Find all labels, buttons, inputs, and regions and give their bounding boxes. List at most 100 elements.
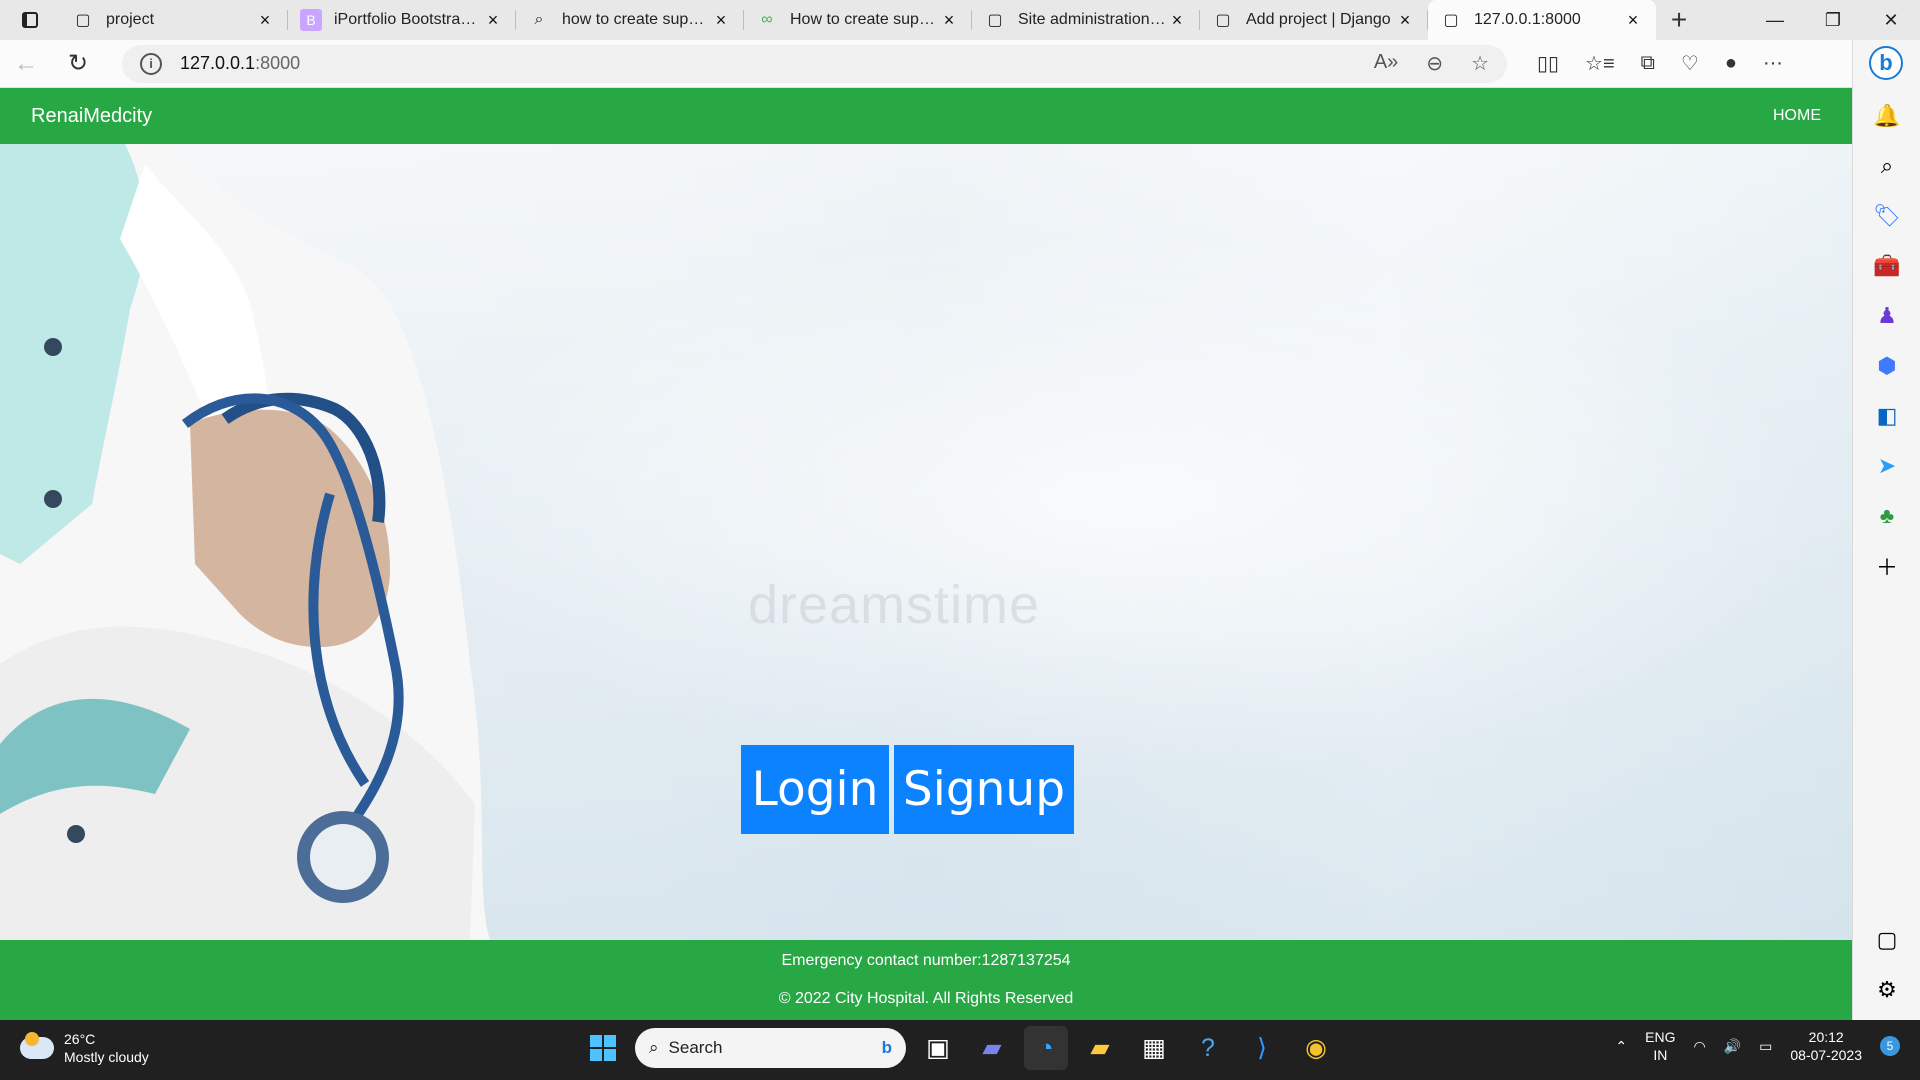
browser-tab-superuser-guide[interactable]: ∞ How to create superu × (744, 0, 972, 40)
home-link[interactable]: HOME (1773, 107, 1821, 125)
url-field[interactable]: i 127.0.0.1:8000 A» ⊖ ☆ (122, 44, 1507, 83)
close-icon[interactable]: × (938, 9, 960, 31)
browser-tab-localhost[interactable]: ▢ 127.0.0.1:8000 × (1428, 0, 1656, 40)
browser-sidebar: b 🔔 ⌕ 🏷 🧰 ♟ ⬢ ◧ ➤ ♣ ＋ ▢ ⚙ (1852, 40, 1920, 1020)
battery-icon[interactable]: ▭ (1759, 1038, 1772, 1055)
info-icon[interactable]: i (140, 52, 162, 75)
favorite-star-icon[interactable]: ☆ (1471, 51, 1489, 76)
web-page: RenaiMedcity HOME dreamstime Login Signu… (0, 88, 1852, 1020)
send-icon[interactable]: ➤ (1873, 452, 1901, 480)
browser-tab-bar: ▢ project × B iPortfolio Bootstrap Te × … (0, 0, 1920, 40)
clock[interactable]: 20:12 08-07-2023 (1790, 1028, 1862, 1064)
browser-tab-superuser-search[interactable]: ⌕ how to create superus × (516, 0, 744, 40)
copyright-text: © 2022 City Hospital. All Rights Reserve… (778, 990, 1074, 1007)
tab-title: 127.0.0.1:8000 (1474, 11, 1581, 28)
browser-tools: ▯▯ ☆≡ ⧉ ♡ ● ··· (1537, 51, 1783, 76)
weather-widget[interactable]: 26°C Mostly cloudy (20, 1030, 149, 1066)
profile-icon[interactable]: ● (1725, 52, 1737, 75)
close-icon[interactable]: × (254, 9, 276, 31)
taskbar-search[interactable]: ⌕ Search b (635, 1028, 906, 1068)
tab-title: project (106, 11, 155, 28)
show-hidden-icons[interactable]: ⌃ (1615, 1038, 1627, 1055)
tab-title: Add project | Django (1246, 11, 1391, 28)
cloud-sun-icon (20, 1032, 54, 1059)
url-actions: A» ⊖ ☆ (1374, 51, 1489, 76)
close-icon[interactable]: × (1622, 9, 1644, 31)
auth-buttons: Login Signup (741, 745, 1074, 834)
file-explorer-icon[interactable]: ▰ (1078, 1026, 1122, 1070)
browser-tab-site-admin[interactable]: ▢ Site administration | D × (972, 0, 1200, 40)
tools-icon[interactable]: 🧰 (1873, 252, 1901, 280)
read-aloud-icon[interactable]: A» (1374, 51, 1398, 76)
new-tab-button[interactable]: + (1656, 0, 1702, 40)
language-top: ENG (1645, 1029, 1676, 1045)
language-indicator[interactable]: ENG IN (1645, 1028, 1675, 1064)
microsoft365-icon[interactable]: ⬢ (1873, 352, 1901, 380)
taskbar-search-label: Search (668, 1038, 723, 1057)
browser-tab-iportfolio[interactable]: B iPortfolio Bootstrap Te × (288, 0, 516, 40)
tab-actions-button[interactable] (0, 0, 60, 40)
weather-text: 26°C Mostly cloudy (64, 1030, 149, 1066)
microsoft-store-icon[interactable]: ▦ (1132, 1026, 1176, 1070)
window-controls: — ❐ ✕ (1746, 0, 1920, 40)
search-icon: ⌕ (649, 1038, 659, 1057)
refresh-button[interactable]: ↻ (52, 44, 104, 84)
teams-icon[interactable]: ▰ (970, 1026, 1014, 1070)
site-footer: Emergency contact number:1287137254 © 20… (0, 940, 1852, 1020)
tree-icon[interactable]: ♣ (1873, 502, 1901, 530)
search-icon[interactable]: ⌕ (1873, 152, 1901, 180)
zoom-out-icon[interactable]: ⊖ (1426, 51, 1443, 76)
add-icon[interactable]: ＋ (1873, 552, 1901, 580)
close-icon[interactable]: × (1166, 9, 1188, 31)
minimize-button[interactable]: — (1746, 0, 1804, 40)
weather-condition: Mostly cloudy (64, 1049, 149, 1065)
url-host: 127.0.0.1 (180, 53, 256, 73)
back-button[interactable]: ← (0, 44, 52, 84)
games-icon[interactable]: ♟ (1873, 302, 1901, 330)
collections-icon[interactable]: ⧉ (1641, 52, 1655, 75)
signup-button[interactable]: Signup (894, 745, 1074, 834)
health-icon[interactable]: ♡ (1681, 51, 1699, 76)
wifi-icon[interactable]: ◠ (1693, 1038, 1705, 1055)
vscode-icon[interactable]: ⟩ (1240, 1026, 1284, 1070)
favorites-icon[interactable]: ☆≡ (1585, 51, 1615, 76)
help-icon[interactable]: ? (1186, 1026, 1230, 1070)
page-icon: ▢ (75, 12, 91, 29)
windows-taskbar: 26°C Mostly cloudy ⌕ Search b ▣ ▰ ◔ ▰ ▦ … (0, 1020, 1920, 1080)
restore-button[interactable]: ❐ (1804, 0, 1862, 40)
system-tray: ⌃ ENG IN ◠ 🔊 ▭ 20:12 08-07-2023 5 (1615, 1028, 1900, 1064)
sidebar-toggle-icon[interactable]: ▢ (1873, 926, 1901, 954)
outlook-icon[interactable]: ◧ (1873, 402, 1901, 430)
volume-icon[interactable]: 🔊 (1724, 1038, 1741, 1055)
chrome-icon[interactable]: ◉ (1294, 1026, 1338, 1070)
close-icon[interactable]: × (482, 9, 504, 31)
browser-tab-project[interactable]: ▢ project × (60, 0, 288, 40)
doctor-photo (0, 144, 490, 940)
clock-date: 08-07-2023 (1790, 1047, 1862, 1063)
start-button[interactable] (581, 1026, 625, 1070)
site-brand[interactable]: RenaiMedcity (31, 105, 152, 128)
tab-title: how to create superus (562, 11, 710, 28)
close-icon[interactable]: × (710, 9, 732, 31)
taskbar-apps: ⌕ Search b ▣ ▰ ◔ ▰ ▦ ? ⟩ ◉ (581, 1026, 1338, 1070)
link-icon: ∞ (761, 11, 773, 28)
settings-icon[interactable]: ⚙ (1873, 976, 1901, 1004)
browser-tab-add-project[interactable]: ▢ Add project | Django × (1200, 0, 1428, 40)
login-button[interactable]: Login (741, 745, 889, 834)
notification-badge[interactable]: 5 (1880, 1036, 1900, 1056)
edge-icon[interactable]: ◔ (1024, 1026, 1068, 1070)
address-bar: ← ↻ i 127.0.0.1:8000 A» ⊖ ☆ ▯▯ ☆≡ ⧉ ♡ ● … (0, 40, 1920, 88)
close-window-button[interactable]: ✕ (1862, 0, 1920, 40)
task-view-icon[interactable]: ▣ (916, 1026, 960, 1070)
search-icon: ⌕ (534, 11, 544, 28)
close-icon[interactable]: × (1394, 9, 1416, 31)
dreamstime-watermark: dreamstime (748, 575, 1041, 635)
site-navbar: RenaiMedcity HOME (0, 88, 1852, 144)
weather-temp: 26°C (64, 1031, 96, 1047)
shopping-icon[interactable]: 🏷 (1873, 202, 1901, 230)
more-options-icon[interactable]: ··· (1763, 52, 1783, 75)
split-screen-icon[interactable]: ▯▯ (1537, 51, 1559, 76)
clock-time: 20:12 (1808, 1029, 1844, 1045)
bing-copilot-icon[interactable]: b (1869, 46, 1903, 80)
notifications-icon[interactable]: 🔔 (1873, 102, 1901, 130)
